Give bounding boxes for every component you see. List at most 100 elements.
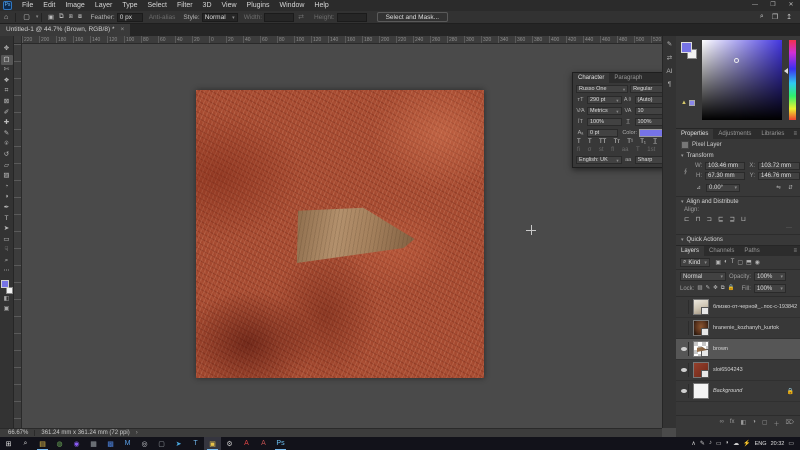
- menu-item[interactable]: Type: [117, 0, 142, 11]
- opentype-icon[interactable]: ﬂ: [611, 147, 614, 153]
- layer-filter-icon[interactable]: ◉: [753, 259, 761, 266]
- swap-dimensions-icon[interactable]: ⇄: [294, 13, 308, 21]
- layer-filter-icon[interactable]: ◐: [723, 259, 730, 266]
- opentype-icon[interactable]: σ: [588, 147, 592, 153]
- layer-thumbnail[interactable]: [693, 383, 709, 399]
- foreground-color-swatch[interactable]: [1, 280, 9, 288]
- visibility-toggle[interactable]: [679, 384, 689, 398]
- taskbar-app-icon[interactable]: T: [187, 437, 204, 450]
- type-style-icon[interactable]: TT: [599, 139, 606, 145]
- tab-properties[interactable]: Properties: [676, 129, 713, 139]
- layers-footer-icon[interactable]: ◑: [752, 419, 756, 428]
- selection-mode-icon[interactable]: ⧈: [66, 13, 75, 21]
- home-icon[interactable]: ⌂: [0, 14, 12, 21]
- font-size-select[interactable]: 290 pt▾: [587, 96, 622, 104]
- panel-menu-icon[interactable]: ≡: [793, 129, 800, 139]
- taskbar-app-icon[interactable]: ◉: [68, 437, 85, 450]
- foreground-background-colors[interactable]: [1, 280, 13, 294]
- type-style-icon[interactable]: T: [588, 139, 592, 145]
- lock-icon[interactable]: ⧉: [721, 285, 725, 292]
- foreground-color-swatch[interactable]: [681, 42, 692, 53]
- tool-button[interactable]: ↺: [1, 150, 13, 161]
- tool-button[interactable]: ✎: [1, 129, 13, 140]
- opentype-icon[interactable]: T: [636, 147, 640, 153]
- height-input[interactable]: [337, 13, 367, 22]
- taskbar-app-icon[interactable]: ⊞: [0, 437, 17, 450]
- visibility-toggle[interactable]: [679, 363, 689, 377]
- layers-footer-icon[interactable]: ∞: [720, 419, 724, 428]
- taskbar-app-icon[interactable]: ▤: [34, 437, 51, 450]
- opentype-icon[interactable]: st: [599, 147, 604, 153]
- tool-button[interactable]: ⊠: [1, 97, 13, 108]
- visibility-toggle[interactable]: [679, 321, 689, 335]
- flip-horizontal-icon[interactable]: ⇋: [774, 185, 783, 191]
- layer-thumbnail[interactable]: [693, 320, 709, 336]
- notification-center-icon[interactable]: ▭: [788, 440, 794, 447]
- layer-filter-icon[interactable]: T: [729, 259, 736, 266]
- tool-button[interactable]: ⌕: [1, 256, 13, 267]
- tool-button[interactable]: ✄: [1, 65, 13, 76]
- type-style-icon[interactable]: T: [577, 139, 581, 145]
- width-input[interactable]: [264, 13, 294, 22]
- type-style-icon[interactable]: Tᴛ: [614, 139, 620, 145]
- tool-button[interactable]: ⋯: [1, 266, 13, 277]
- align-icon[interactable]: ⊔: [741, 215, 746, 223]
- opentype-icon[interactable]: 1st: [647, 147, 655, 153]
- angle-select[interactable]: 0.00°▾: [706, 184, 740, 192]
- window-control-button[interactable]: ✕: [782, 0, 800, 11]
- align-icon[interactable]: ⊑: [718, 215, 723, 223]
- more-options-icon[interactable]: ···: [676, 225, 800, 234]
- menu-item[interactable]: Edit: [38, 0, 60, 11]
- opentype-icon[interactable]: fi: [577, 147, 580, 153]
- current-tool-icon[interactable]: ▢: [19, 13, 34, 21]
- feather-input[interactable]: 0 px: [117, 13, 143, 22]
- layer-thumbnail[interactable]: [693, 362, 709, 378]
- taskbar-app-icon[interactable]: ▩: [102, 437, 119, 450]
- lock-icon[interactable]: 🔒: [728, 285, 735, 292]
- hue-slider-marker[interactable]: [784, 68, 788, 74]
- tool-button[interactable]: ▭: [1, 235, 13, 246]
- taskbar-app-icon[interactable]: ▦: [85, 437, 102, 450]
- tool-button[interactable]: ✥: [1, 44, 13, 55]
- taskbar-app-icon[interactable]: A: [238, 437, 255, 450]
- menu-item[interactable]: Layer: [90, 0, 118, 11]
- tool-button[interactable]: ◔: [1, 182, 13, 193]
- taskbar-app-icon[interactable]: ▣: [204, 437, 221, 450]
- vertical-ruler[interactable]: [14, 44, 22, 428]
- canvas-pasteboard[interactable]: Character Paragraph ≡ Russo One▾ Regular…: [15, 44, 662, 428]
- tool-button[interactable]: ☟: [1, 245, 13, 256]
- x-input[interactable]: 103.72 mm: [758, 162, 800, 170]
- layer-row[interactable]: близко-от-черной_..пос-с-19384291: [676, 297, 800, 318]
- canvas-image-leather-texture[interactable]: [196, 90, 484, 378]
- toolbar-right-icon[interactable]: ↥: [782, 13, 796, 21]
- color-picker-field[interactable]: [702, 40, 782, 120]
- photoshop-logo[interactable]: Ps: [3, 1, 12, 10]
- layer-filter-icon[interactable]: ▣: [714, 259, 723, 266]
- tab-libraries[interactable]: Libraries: [756, 129, 789, 139]
- layer-thumbnail[interactable]: [693, 299, 709, 315]
- tool-button[interactable]: ❖: [1, 76, 13, 87]
- selection-mode-icon[interactable]: ⧉: [57, 13, 67, 21]
- horizontal-ruler[interactable]: 2202001801601401201008060402002040608010…: [22, 36, 662, 44]
- y-input[interactable]: 146.76 mm: [758, 172, 800, 180]
- taskbar-app-icon[interactable]: ◎: [136, 437, 153, 450]
- close-tab-icon[interactable]: ×: [120, 24, 124, 36]
- tool-button[interactable]: ▨: [1, 171, 13, 182]
- selection-mode-icon[interactable]: ⧇: [75, 13, 84, 21]
- tray-icon[interactable]: ∧: [691, 440, 695, 447]
- taskbar-app-icon[interactable]: ◍: [51, 437, 68, 450]
- flip-vertical-icon[interactable]: ⇵: [786, 185, 795, 191]
- dock-panel-icon[interactable]: ⇄: [667, 54, 672, 62]
- layer-row[interactable]: Background 🔒: [676, 381, 800, 402]
- zoom-level-field[interactable]: 66.67%: [0, 430, 35, 436]
- layer-row[interactable]: hranenie_kozhanyh_kurtok: [676, 318, 800, 339]
- tool-button[interactable]: ⍟: [1, 139, 13, 150]
- tab-adjustments[interactable]: Adjustments: [713, 129, 756, 139]
- tool-button[interactable]: ⌗: [1, 86, 13, 97]
- quick-actions-title[interactable]: Quick Actions: [687, 237, 723, 243]
- tool-button[interactable]: ✒: [1, 203, 13, 214]
- baseline-shift-input[interactable]: 0 pt: [587, 129, 618, 137]
- fill-select[interactable]: 100%▾: [754, 284, 786, 293]
- align-icon[interactable]: ⊐: [707, 215, 712, 223]
- opentype-icon[interactable]: aa: [622, 147, 629, 153]
